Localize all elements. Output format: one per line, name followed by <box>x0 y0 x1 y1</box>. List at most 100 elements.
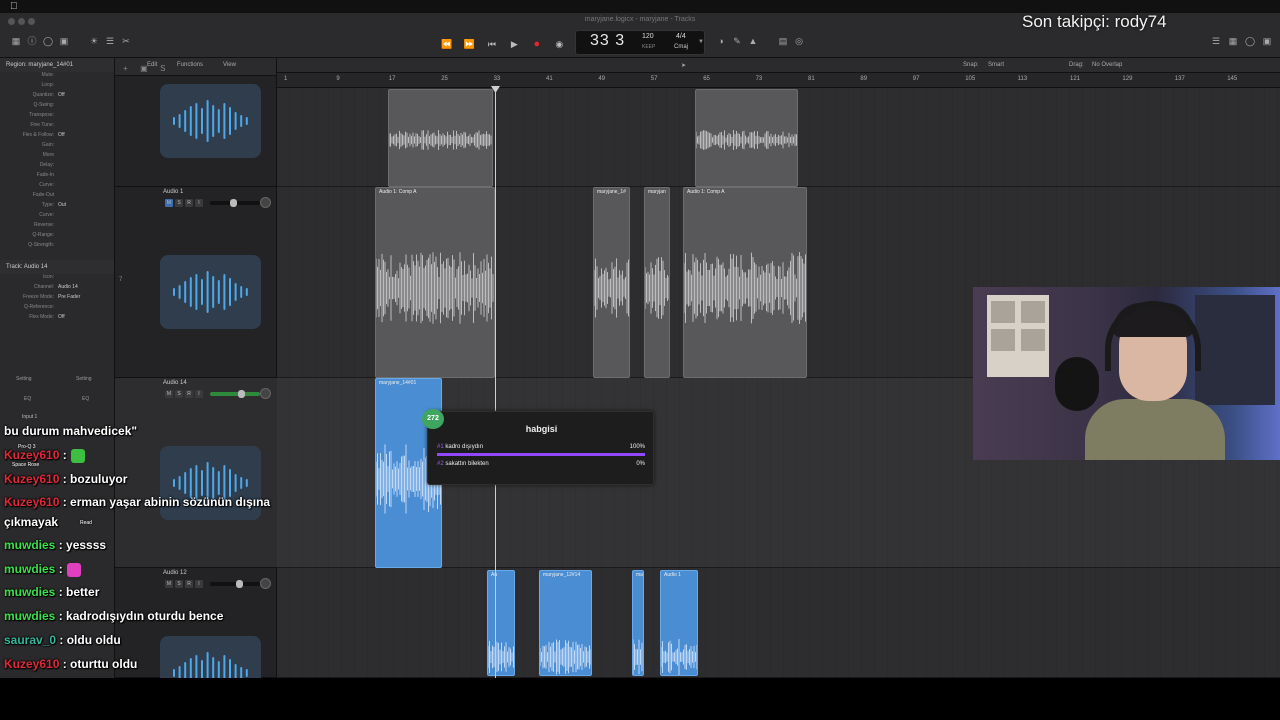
record-icon[interactable]: ● <box>530 37 544 51</box>
audio-region-comp-a[interactable]: Audio 1: Comp A <box>683 187 807 378</box>
inspector-row[interactable]: Delay: <box>0 162 114 172</box>
audio-region[interactable]: maryjan <box>644 187 670 378</box>
inspector-row[interactable]: Curve: <box>0 212 114 222</box>
key-signature[interactable]: Cmaj <box>674 44 688 50</box>
notepad-icon[interactable]: ▦ <box>1227 35 1239 47</box>
rewind-icon[interactable]: ⏪ <box>440 37 454 51</box>
solo-button[interactable]: S <box>175 580 183 588</box>
pan-knob[interactable] <box>260 388 271 399</box>
playhead[interactable] <box>495 88 496 678</box>
param-value[interactable]: Off <box>58 132 65 138</box>
param-value[interactable]: Audio 14 <box>58 284 78 290</box>
view-menu[interactable]: View <box>223 62 236 68</box>
pan-knob[interactable] <box>260 578 271 589</box>
inspector-row[interactable]: Q-Strength: <box>0 242 114 252</box>
inspector-row[interactable]: Loop: <box>0 82 114 92</box>
chevron-down-icon[interactable]: ▼ <box>698 39 704 45</box>
pan-knob[interactable] <box>260 197 271 208</box>
input-monitor-button[interactable]: I <box>195 199 203 207</box>
audio-region[interactable]: ma <box>632 570 644 676</box>
input-monitor-button[interactable]: I <box>195 390 203 398</box>
apple-icon[interactable]:  <box>10 1 18 12</box>
toolbar-icon[interactable]: ◯ <box>42 35 54 47</box>
param-value[interactable]: Off <box>58 314 65 320</box>
volume-slider[interactable] <box>210 199 260 207</box>
inspector-row[interactable]: Fade-In <box>0 172 114 182</box>
param-value[interactable]: Pre Fader <box>58 294 80 300</box>
mute-button[interactable]: M <box>165 199 173 207</box>
record-enable-button[interactable]: R <box>185 199 193 207</box>
audio-region[interactable]: Audio 1 <box>660 570 698 676</box>
bar-ruler[interactable]: 1 9 17 25 33 41 49 57 65 73 81 89 97 105 113 121 129 137 1… <box>277 73 1280 88</box>
track-name[interactable]: Audio 1 <box>163 189 183 195</box>
mixer-icon[interactable]: ☰ <box>104 35 116 47</box>
inspector-row[interactable]: Fade-Out <box>0 192 114 202</box>
time-signature[interactable]: 4/4 <box>676 33 686 40</box>
audio-region[interactable]: maryjane_12#14 <box>539 570 592 676</box>
add-track-icon[interactable]: + <box>123 64 128 73</box>
mute-button[interactable]: M <box>165 390 173 398</box>
drag-select[interactable]: No Overlap <box>1092 62 1122 68</box>
track-lane-audio-12[interactable] <box>277 568 1280 678</box>
chat-username[interactable]: muwdies <box>4 562 55 576</box>
solo-button[interactable]: S <box>175 390 183 398</box>
track-name[interactable]: Audio 14 <box>163 380 187 386</box>
param-value[interactable]: Out <box>58 202 66 208</box>
region-inspector-header[interactable]: Region: maryjane_14#01 <box>0 58 114 72</box>
audio-region[interactable]: Au <box>487 570 515 676</box>
inspector-row[interactable]: Quantize: Off <box>0 92 114 102</box>
scissors-icon[interactable]: ✂ <box>120 35 132 47</box>
loop-browser-icon[interactable]: ◯ <box>1244 35 1256 47</box>
input-monitor-button[interactable]: I <box>195 580 203 588</box>
eq-button-left[interactable]: EQ <box>24 396 31 402</box>
inspector-row[interactable]: More <box>0 152 114 162</box>
inspector-row[interactable]: Reverse: <box>0 222 114 232</box>
mute-button[interactable]: M <box>165 580 173 588</box>
library-icon[interactable]: ▦ <box>10 35 22 47</box>
inspector-row[interactable]: Flex Mode: Off <box>0 314 114 324</box>
chat-username[interactable]: muwdies <box>4 585 55 599</box>
snap-select[interactable]: Smart <box>988 62 1004 68</box>
browser-icon[interactable]: ▣ <box>1261 35 1273 47</box>
chat-username[interactable]: Kuzey610 <box>4 657 59 671</box>
inspector-row[interactable]: Q-Swing: <box>0 102 114 112</box>
play-icon[interactable]: ▶ <box>507 37 521 51</box>
inspector-row[interactable]: Gain: <box>0 142 114 152</box>
chat-username[interactable]: saurav_0 <box>4 633 56 647</box>
go-to-start-icon[interactable]: ⏮ <box>485 37 499 51</box>
inspector-row[interactable]: Q-Reference: <box>0 304 114 314</box>
pointer-tool-icon[interactable]: ➤ <box>681 62 686 69</box>
track-inspector-header[interactable]: Track: Audio 14 <box>0 260 114 274</box>
inspector-row[interactable]: Q-Range: <box>0 232 114 242</box>
tempo-value[interactable]: 120 <box>642 33 654 40</box>
inspector-row[interactable]: Transpose: <box>0 112 114 122</box>
chat-username[interactable]: Kuzey610 <box>4 472 59 486</box>
setting-button-left[interactable]: Setting <box>16 376 32 382</box>
inspector-row[interactable]: Freeze Mode: Pre Fader <box>0 294 114 304</box>
pencil-icon[interactable]: ✎ <box>731 35 743 47</box>
inspector-row[interactable]: Icon: <box>0 274 114 284</box>
volume-slider[interactable] <box>210 390 260 398</box>
replace-icon[interactable]: ◎ <box>793 35 805 47</box>
volume-slider[interactable] <box>210 580 260 588</box>
setting-button-right[interactable]: Setting <box>76 376 92 382</box>
chat-username[interactable]: muwdies <box>4 609 55 623</box>
param-value[interactable]: Off <box>58 92 65 98</box>
audio-region[interactable] <box>388 89 493 187</box>
functions-menu[interactable]: Functions <box>177 62 203 68</box>
metronome-icon[interactable]: ▲ <box>747 35 759 47</box>
lcd-display[interactable]: 33 3 120 KEEP 4/4 Cmaj ▼ <box>575 30 705 55</box>
track-name[interactable]: Audio 12 <box>163 570 187 576</box>
chat-username[interactable]: Kuzey610 <box>4 448 59 462</box>
track-header-audio-12[interactable]: Audio 12 MSRI <box>115 568 277 710</box>
inspector-row[interactable]: Type: Out <box>0 202 114 212</box>
smart-controls-icon[interactable]: ▣ <box>58 35 70 47</box>
record-enable-button[interactable]: R <box>185 390 193 398</box>
eq-button-right[interactable]: EQ <box>82 396 89 402</box>
capture-record-icon[interactable]: ◉ <box>552 37 566 51</box>
tuner-icon[interactable]: ☀ <box>88 35 100 47</box>
record-enable-button[interactable]: R <box>185 580 193 588</box>
audio-region[interactable] <box>695 89 798 187</box>
list-editors-icon[interactable]: ☰ <box>1210 35 1222 47</box>
inspector-row[interactable]: Flex & Follow: Off <box>0 132 114 142</box>
